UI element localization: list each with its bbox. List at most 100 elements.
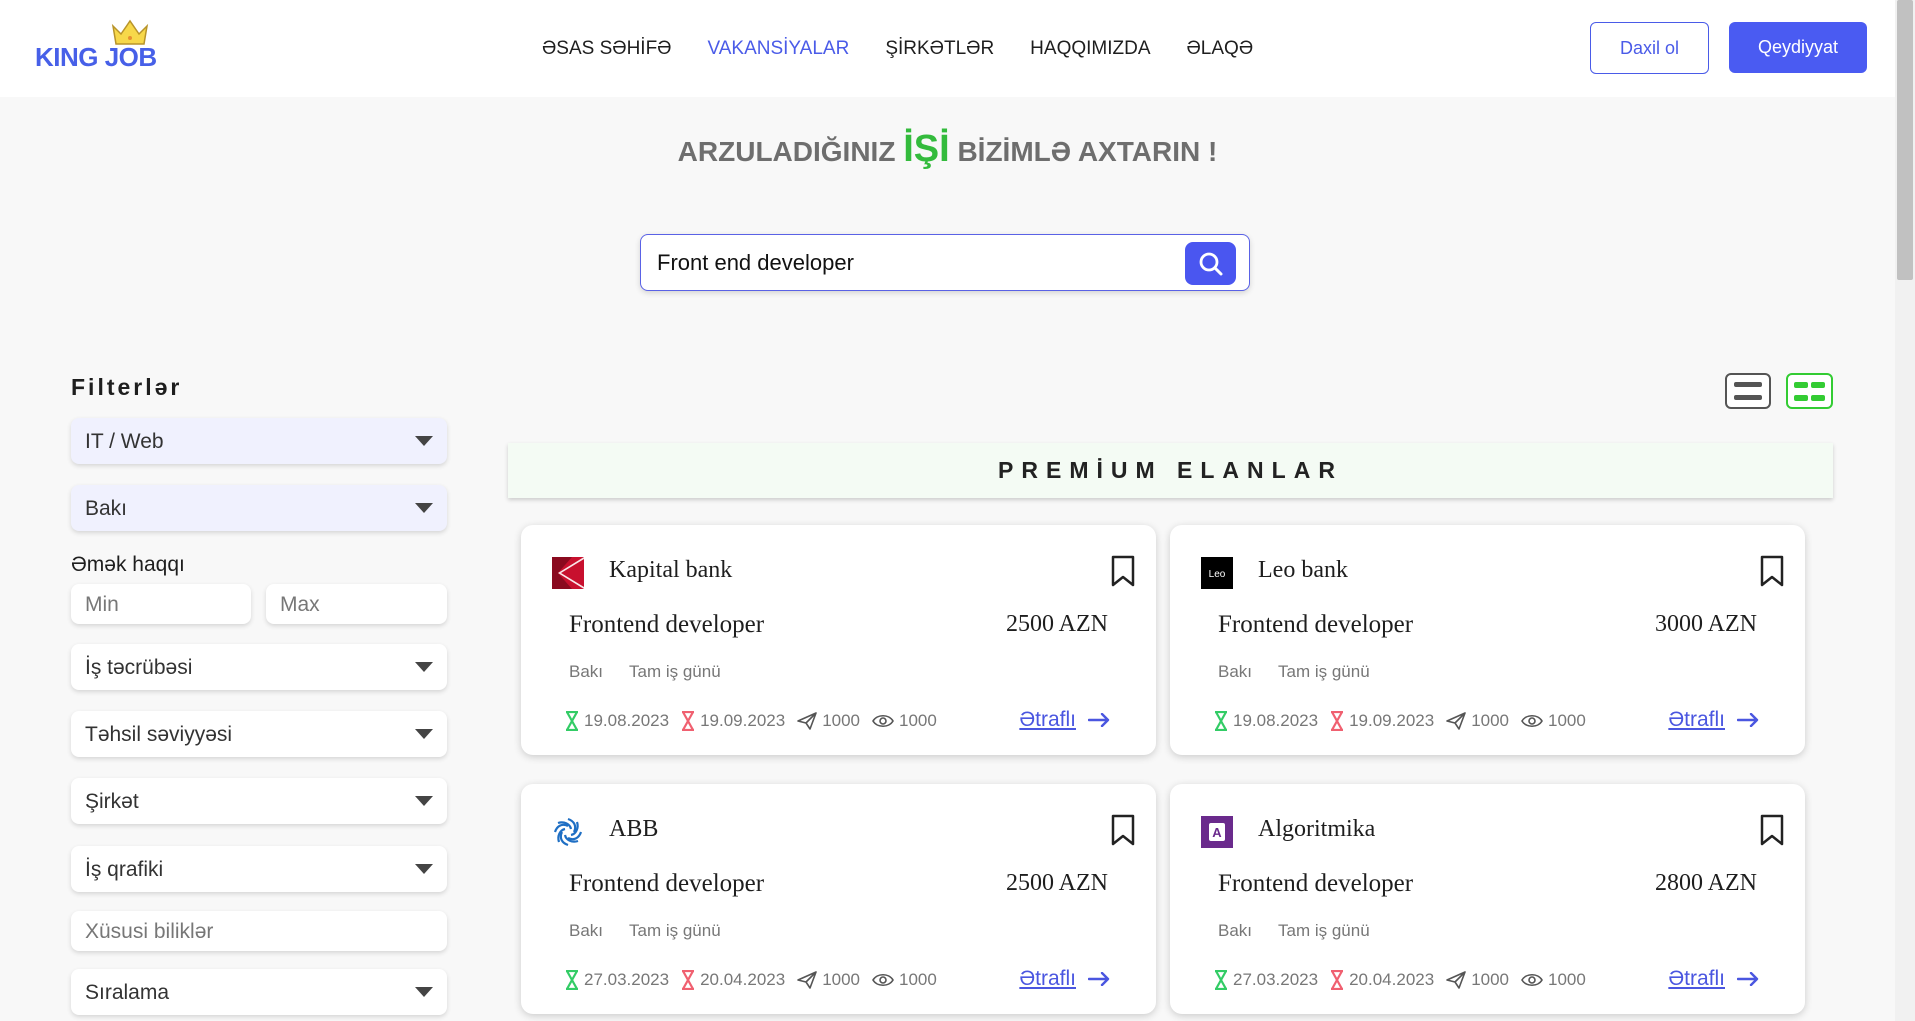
- caret-down-icon: [415, 662, 433, 672]
- company-name: ABB: [609, 816, 659, 842]
- details-link[interactable]: Ətraflı: [1019, 967, 1110, 991]
- hourglass-end-icon: [682, 970, 695, 990]
- premium-banner: PREMİUM ELANLAR: [508, 443, 1833, 498]
- details-link[interactable]: Ətraflı: [1668, 708, 1759, 732]
- logo[interactable]: KING JOB: [35, 18, 165, 73]
- views-count: 1000: [899, 970, 937, 989]
- experience-value: İş təcrübəsi: [85, 656, 193, 679]
- main-nav: ƏSAS SƏHİFƏ VAKANSİYALAR ŞİRKƏTLƏR HAQQI…: [542, 38, 1289, 60]
- caret-down-icon: [415, 436, 433, 446]
- job-card[interactable]: ABB Frontend developer 2500 AZN Bakı Tam…: [521, 784, 1156, 1014]
- salary-min-placeholder: Min: [85, 593, 119, 616]
- job-card[interactable]: Leo Leo bank Frontend developer 3000 AZN…: [1170, 525, 1805, 755]
- bookmark-icon[interactable]: [1110, 814, 1136, 846]
- end-date: 20.04.2023: [1349, 970, 1435, 989]
- salary-max-placeholder: Max: [280, 593, 320, 616]
- applications-count: 1000: [1471, 970, 1510, 989]
- views-count: 1000: [1548, 711, 1586, 730]
- experience-select[interactable]: İş təcrübəsi: [71, 644, 447, 690]
- list-view-toggle[interactable]: [1725, 373, 1771, 409]
- job-type: Tam iş günü: [629, 662, 721, 681]
- search-bar: [640, 234, 1250, 291]
- bookmark-icon[interactable]: [1759, 555, 1785, 587]
- list-line-icon: [1734, 382, 1762, 387]
- job-meta: 19.08.2023 19.09.2023 1000 1000: [565, 711, 949, 731]
- job-meta: 27.03.2023 20.04.2023 1000 1000: [1214, 970, 1598, 990]
- company-name: Kapital bank: [609, 557, 733, 583]
- hourglass-end-icon: [1331, 711, 1344, 731]
- job-location: Bakı: [569, 921, 604, 940]
- job-title: Frontend developer: [1218, 870, 1414, 897]
- paper-plane-icon: [1446, 971, 1466, 989]
- leo-bank-logo: Leo: [1201, 557, 1233, 589]
- nav-vacancies[interactable]: VAKANSİYALAR: [707, 38, 849, 60]
- register-button[interactable]: Qeydiyyat: [1729, 22, 1867, 73]
- job-card[interactable]: Kapital bank Frontend developer 2500 AZN…: [521, 525, 1156, 755]
- search-input[interactable]: [655, 245, 1175, 281]
- paper-plane-icon: [797, 712, 817, 730]
- caret-down-icon: [415, 864, 433, 874]
- job-title: Frontend developer: [1218, 611, 1414, 638]
- list-line-icon: [1734, 395, 1762, 400]
- schedule-select[interactable]: İş qrafiki: [71, 846, 447, 892]
- job-type: Tam iş günü: [1278, 662, 1370, 681]
- arrow-right-icon: [1737, 713, 1759, 727]
- hourglass-start-icon: [566, 970, 578, 990]
- company-name: Algoritmika: [1258, 816, 1376, 842]
- job-card[interactable]: A Algoritmika Frontend developer 2800 AZ…: [1170, 784, 1805, 1014]
- paper-plane-icon: [797, 971, 817, 989]
- eye-icon: [1521, 714, 1543, 728]
- job-salary: 3000 AZN: [1655, 611, 1757, 637]
- company-value: Şirkət: [85, 790, 139, 813]
- nav-home[interactable]: ƏSAS SƏHİFƏ: [542, 38, 671, 60]
- scrollbar-thumb[interactable]: [1897, 0, 1913, 280]
- nav-companies[interactable]: ŞİRKƏTLƏR: [885, 38, 994, 60]
- job-type: Tam iş günü: [1278, 921, 1370, 940]
- job-meta: 19.08.2023 19.09.2023 1000 1000: [1214, 711, 1598, 731]
- skills-input[interactable]: Xüsusi biliklər: [71, 911, 447, 951]
- details-label: Ətraflı: [1019, 708, 1076, 731]
- job-title: Frontend developer: [569, 870, 765, 897]
- caret-down-icon: [415, 796, 433, 806]
- login-button[interactable]: Daxil ol: [1590, 22, 1709, 74]
- grid-cell-icon: [1794, 382, 1808, 388]
- bookmark-icon[interactable]: [1759, 814, 1785, 846]
- details-link[interactable]: Ətraflı: [1668, 967, 1759, 991]
- applications-count: 1000: [822, 970, 861, 989]
- caret-down-icon: [415, 503, 433, 513]
- hero-highlight: İŞİ: [903, 128, 950, 170]
- details-link[interactable]: Ətraflı: [1019, 708, 1110, 732]
- hourglass-end-icon: [1331, 970, 1344, 990]
- end-date: 20.04.2023: [700, 970, 786, 989]
- salary-max-input[interactable]: Max: [266, 584, 447, 624]
- end-date: 19.09.2023: [700, 711, 786, 730]
- hourglass-start-icon: [1215, 711, 1227, 731]
- salary-min-input[interactable]: Min: [71, 584, 251, 624]
- category-select[interactable]: IT / Web: [71, 418, 447, 464]
- filters-title: Filterlər: [71, 374, 183, 400]
- salary-label: Əmək haqqı: [71, 553, 185, 576]
- nav-about[interactable]: HAQQIMIZDA: [1030, 38, 1150, 60]
- company-select[interactable]: Şirkət: [71, 778, 447, 824]
- sort-select[interactable]: Sıralama: [71, 969, 447, 1015]
- search-button[interactable]: [1185, 242, 1236, 285]
- bookmark-icon[interactable]: [1110, 555, 1136, 587]
- education-select[interactable]: Təhsil səviyyəsi: [71, 711, 447, 757]
- city-select[interactable]: Bakı: [71, 485, 447, 531]
- start-date: 19.08.2023: [584, 711, 670, 730]
- job-location: Bakı: [1218, 662, 1253, 681]
- abb-logo: [553, 817, 583, 847]
- leo-logo-text: Leo: [1209, 569, 1226, 580]
- caret-down-icon: [415, 987, 433, 997]
- grid-view-toggle[interactable]: [1786, 373, 1833, 409]
- nav-contact[interactable]: ƏLAQƏ: [1187, 38, 1254, 60]
- hourglass-start-icon: [566, 711, 578, 731]
- job-meta: 27.03.2023 20.04.2023 1000 1000: [565, 970, 949, 990]
- hourglass-end-icon: [682, 711, 695, 731]
- education-value: Təhsil səviyyəsi: [85, 723, 233, 746]
- grid-cell-icon: [1811, 395, 1825, 401]
- views-count: 1000: [1548, 970, 1586, 989]
- details-label: Ətraflı: [1668, 967, 1725, 990]
- arrow-right-icon: [1737, 972, 1759, 986]
- details-label: Ətraflı: [1019, 967, 1076, 990]
